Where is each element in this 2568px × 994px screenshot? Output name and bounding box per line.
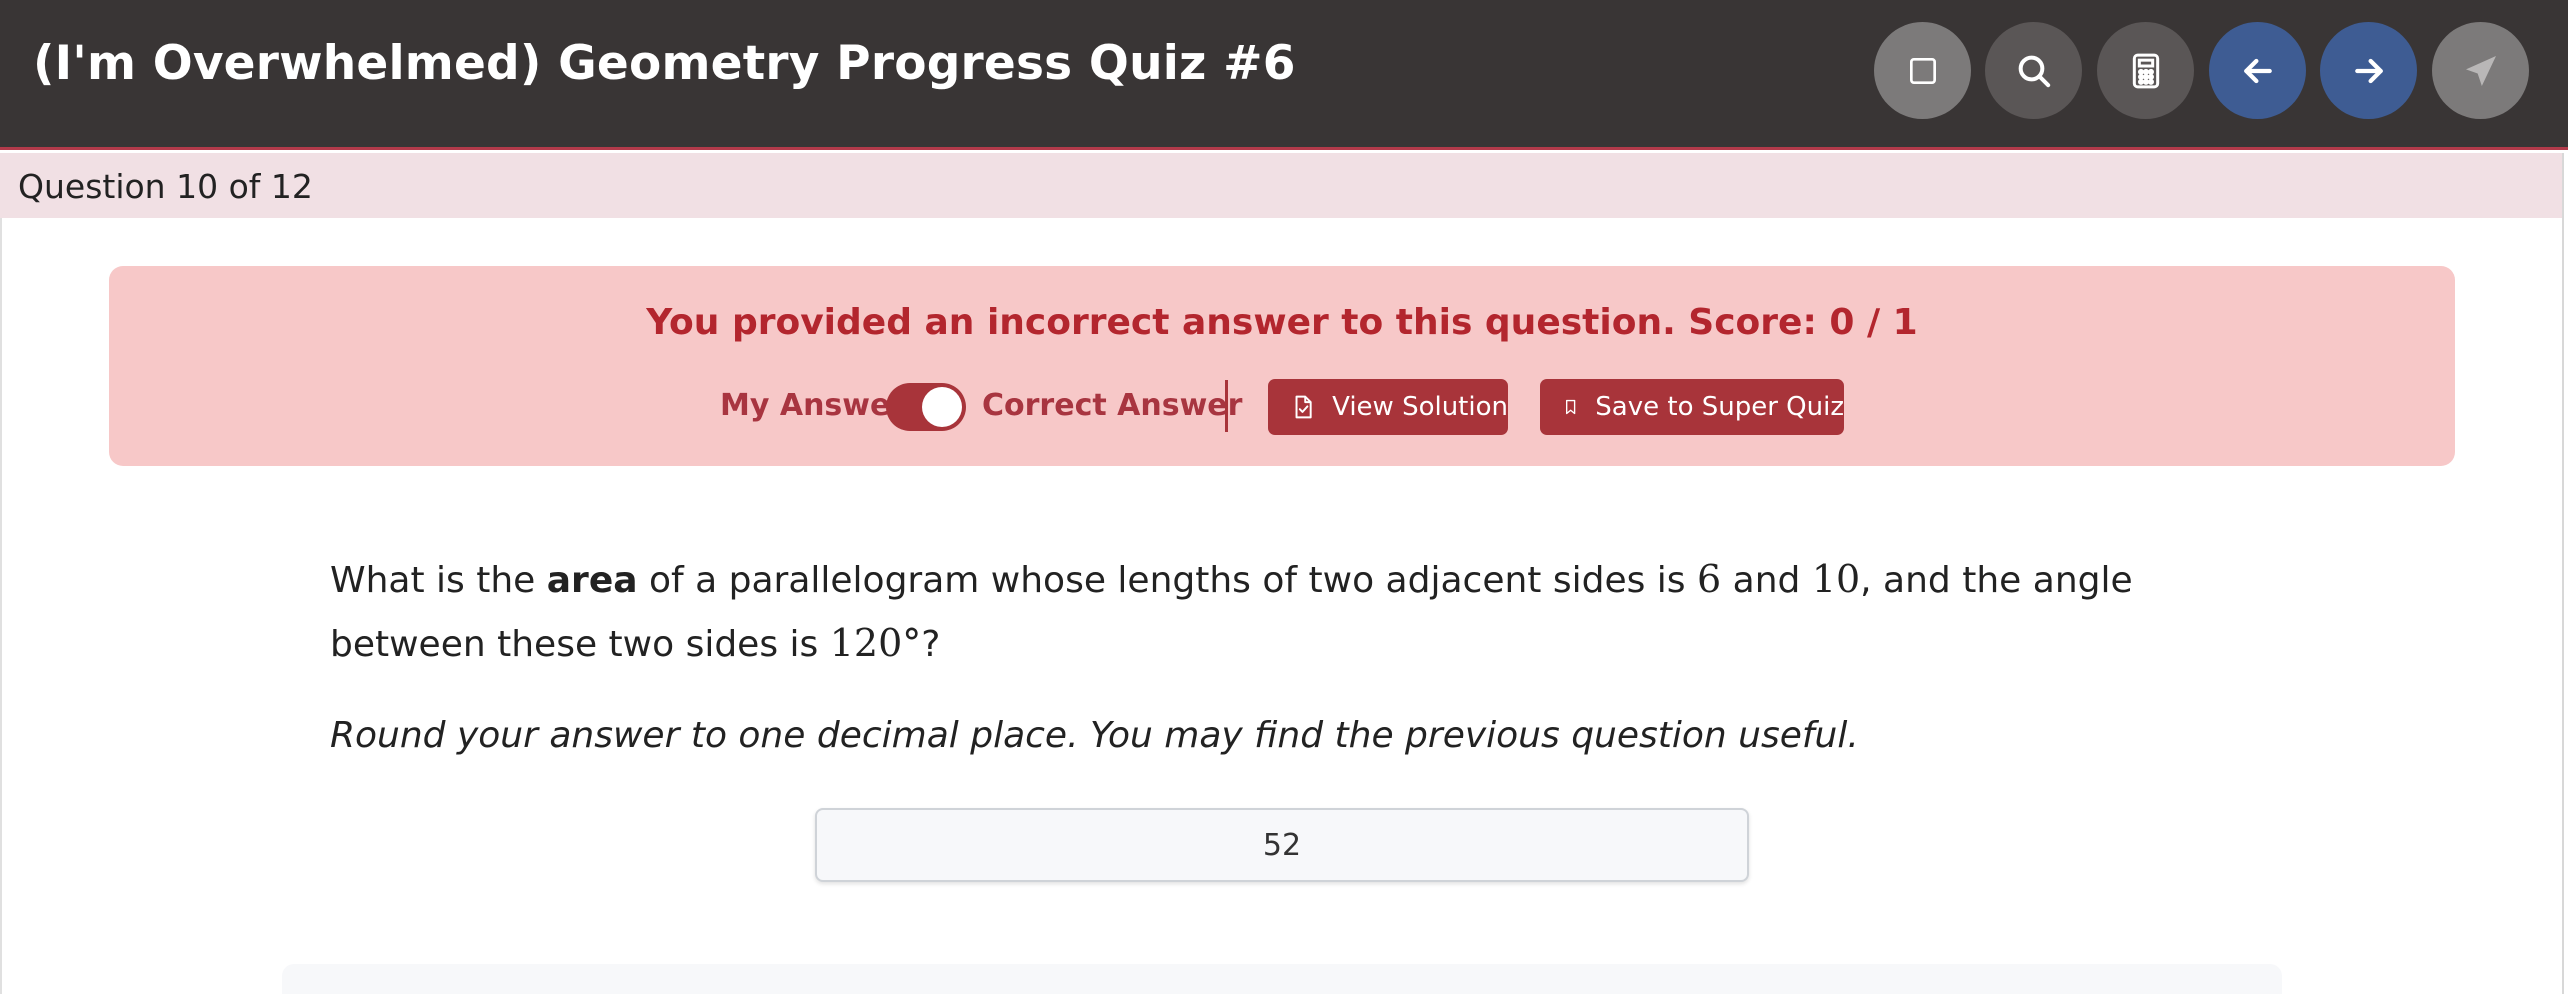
calculator-button[interactable]: [2097, 22, 2194, 119]
quiz-title: (I'm Overwhelmed) Geometry Progress Quiz…: [33, 36, 1296, 91]
angle-value: 120°: [829, 621, 922, 665]
question-text-part: and: [1721, 560, 1812, 601]
previous-question-button[interactable]: [2209, 22, 2306, 119]
right-border: [2562, 153, 2564, 994]
left-border: [0, 218, 2, 994]
toggle-knob: [922, 387, 962, 427]
square-icon: [1909, 57, 1936, 84]
question-text-part: ?: [921, 624, 941, 665]
stop-button[interactable]: [1874, 22, 1971, 119]
question-text: What is the area of a parallelogram whos…: [330, 548, 2270, 676]
view-solution-label: View Solution: [1332, 392, 1508, 422]
next-card: [282, 964, 2282, 994]
next-question-button[interactable]: [2320, 22, 2417, 119]
question-text-part: What is the: [330, 560, 547, 601]
arrow-left-icon: [2243, 58, 2272, 83]
answer-toggle[interactable]: [886, 383, 966, 431]
send-icon: [2465, 55, 2496, 86]
save-label: Save to Super Quiz: [1595, 392, 1844, 422]
my-answer-label[interactable]: My Answer: [720, 388, 905, 423]
submit-button[interactable]: [2432, 22, 2529, 119]
search-button[interactable]: [1985, 22, 2082, 119]
side-a-value: 6: [1697, 557, 1722, 601]
calculator-icon: [2132, 53, 2159, 88]
top-bar: (I'm Overwhelmed) Geometry Progress Quiz…: [0, 0, 2568, 150]
answer-value: 52: [1262, 827, 1302, 863]
view-solution-button[interactable]: View Solution: [1268, 379, 1508, 435]
save-to-super-quiz-button[interactable]: Save to Super Quiz: [1540, 379, 1844, 435]
question-counter: Question 10 of 12: [18, 167, 313, 206]
question-bold-term: area: [546, 560, 638, 601]
side-b-value: 10: [1811, 557, 1861, 601]
question-instruction: Round your answer to one decimal place. …: [330, 715, 1859, 756]
question-progress-bar: Question 10 of 12: [0, 153, 2563, 218]
alert-message: You provided an incorrect answer to this…: [646, 302, 1918, 343]
correct-answer-label[interactable]: Correct Answer: [982, 388, 1242, 423]
question-text-part: of a parallelogram whose lengths of two …: [637, 560, 1697, 601]
arrow-right-icon: [2354, 58, 2383, 83]
search-icon: [2018, 55, 2050, 87]
answer-input[interactable]: 52: [815, 808, 1749, 882]
incorrect-answer-alert: You provided an incorrect answer to this…: [109, 266, 2455, 466]
divider: [1225, 380, 1228, 432]
document-check-icon: [1295, 395, 1312, 419]
bookmark-icon: [1565, 399, 1576, 415]
